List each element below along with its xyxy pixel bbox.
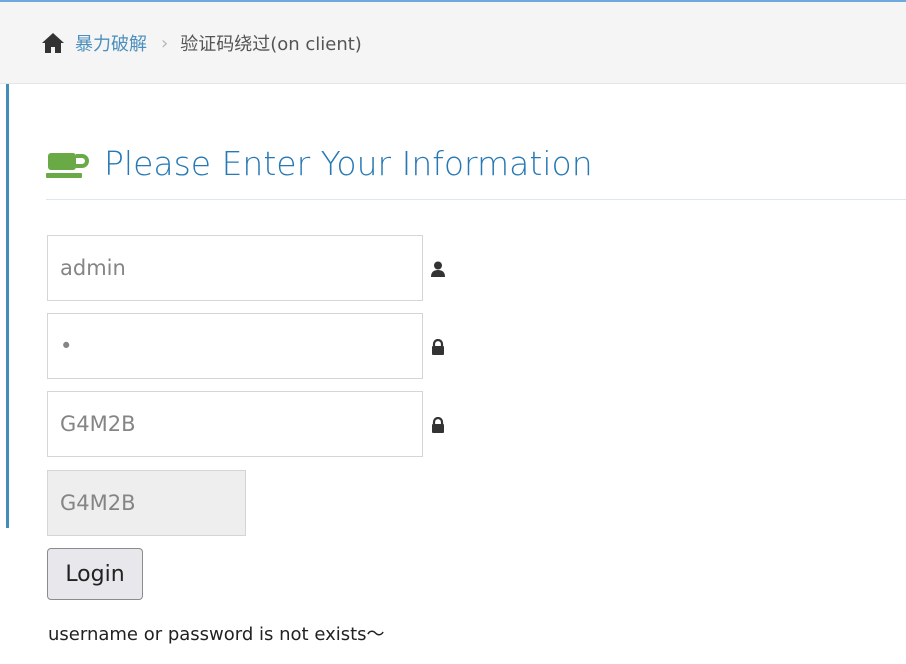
breadcrumb-home-link[interactable]: 暴力破解 [75, 30, 147, 56]
login-button[interactable]: Login [47, 548, 143, 600]
page-header: Please Enter Your Information [46, 140, 906, 200]
lock-icon [432, 339, 444, 355]
username-input[interactable] [47, 235, 423, 301]
breadcrumb-row: 暴力破解 › 验证码绕过(on client) [41, 28, 362, 58]
breadcrumb-current: 验证码绕过(on client) [180, 34, 362, 55]
home-icon[interactable] [41, 32, 65, 54]
captcha-input[interactable] [47, 391, 423, 457]
left-accent-bar [6, 84, 9, 528]
captcha-display[interactable]: G4M2B [47, 470, 246, 536]
coffee-cup-icon [46, 153, 89, 178]
password-input[interactable] [47, 313, 423, 379]
lock-icon [432, 417, 444, 433]
user-icon [431, 261, 445, 277]
page-heading: Please Enter Your Information [46, 140, 906, 188]
error-message: username or password is not exists～ [48, 624, 385, 645]
page-title: Please Enter Your Information [104, 144, 593, 183]
breadcrumb-separator: › [161, 32, 169, 54]
breadcrumb: 暴力破解 › 验证码绕过(on client) [0, 2, 906, 84]
